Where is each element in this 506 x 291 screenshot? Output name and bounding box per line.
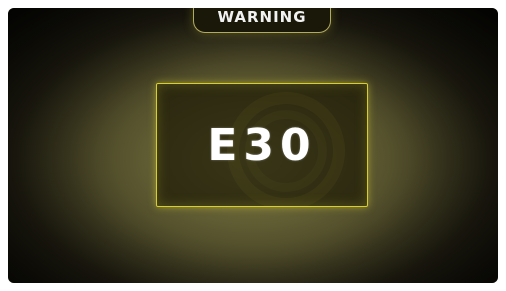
error-code-panel: E30 — [156, 83, 368, 207]
warning-screen: WARNING E30 — [8, 8, 498, 283]
error-code-text: E30 — [207, 119, 317, 171]
warning-title: WARNING — [217, 8, 307, 26]
warning-header-tab: WARNING — [193, 8, 331, 33]
